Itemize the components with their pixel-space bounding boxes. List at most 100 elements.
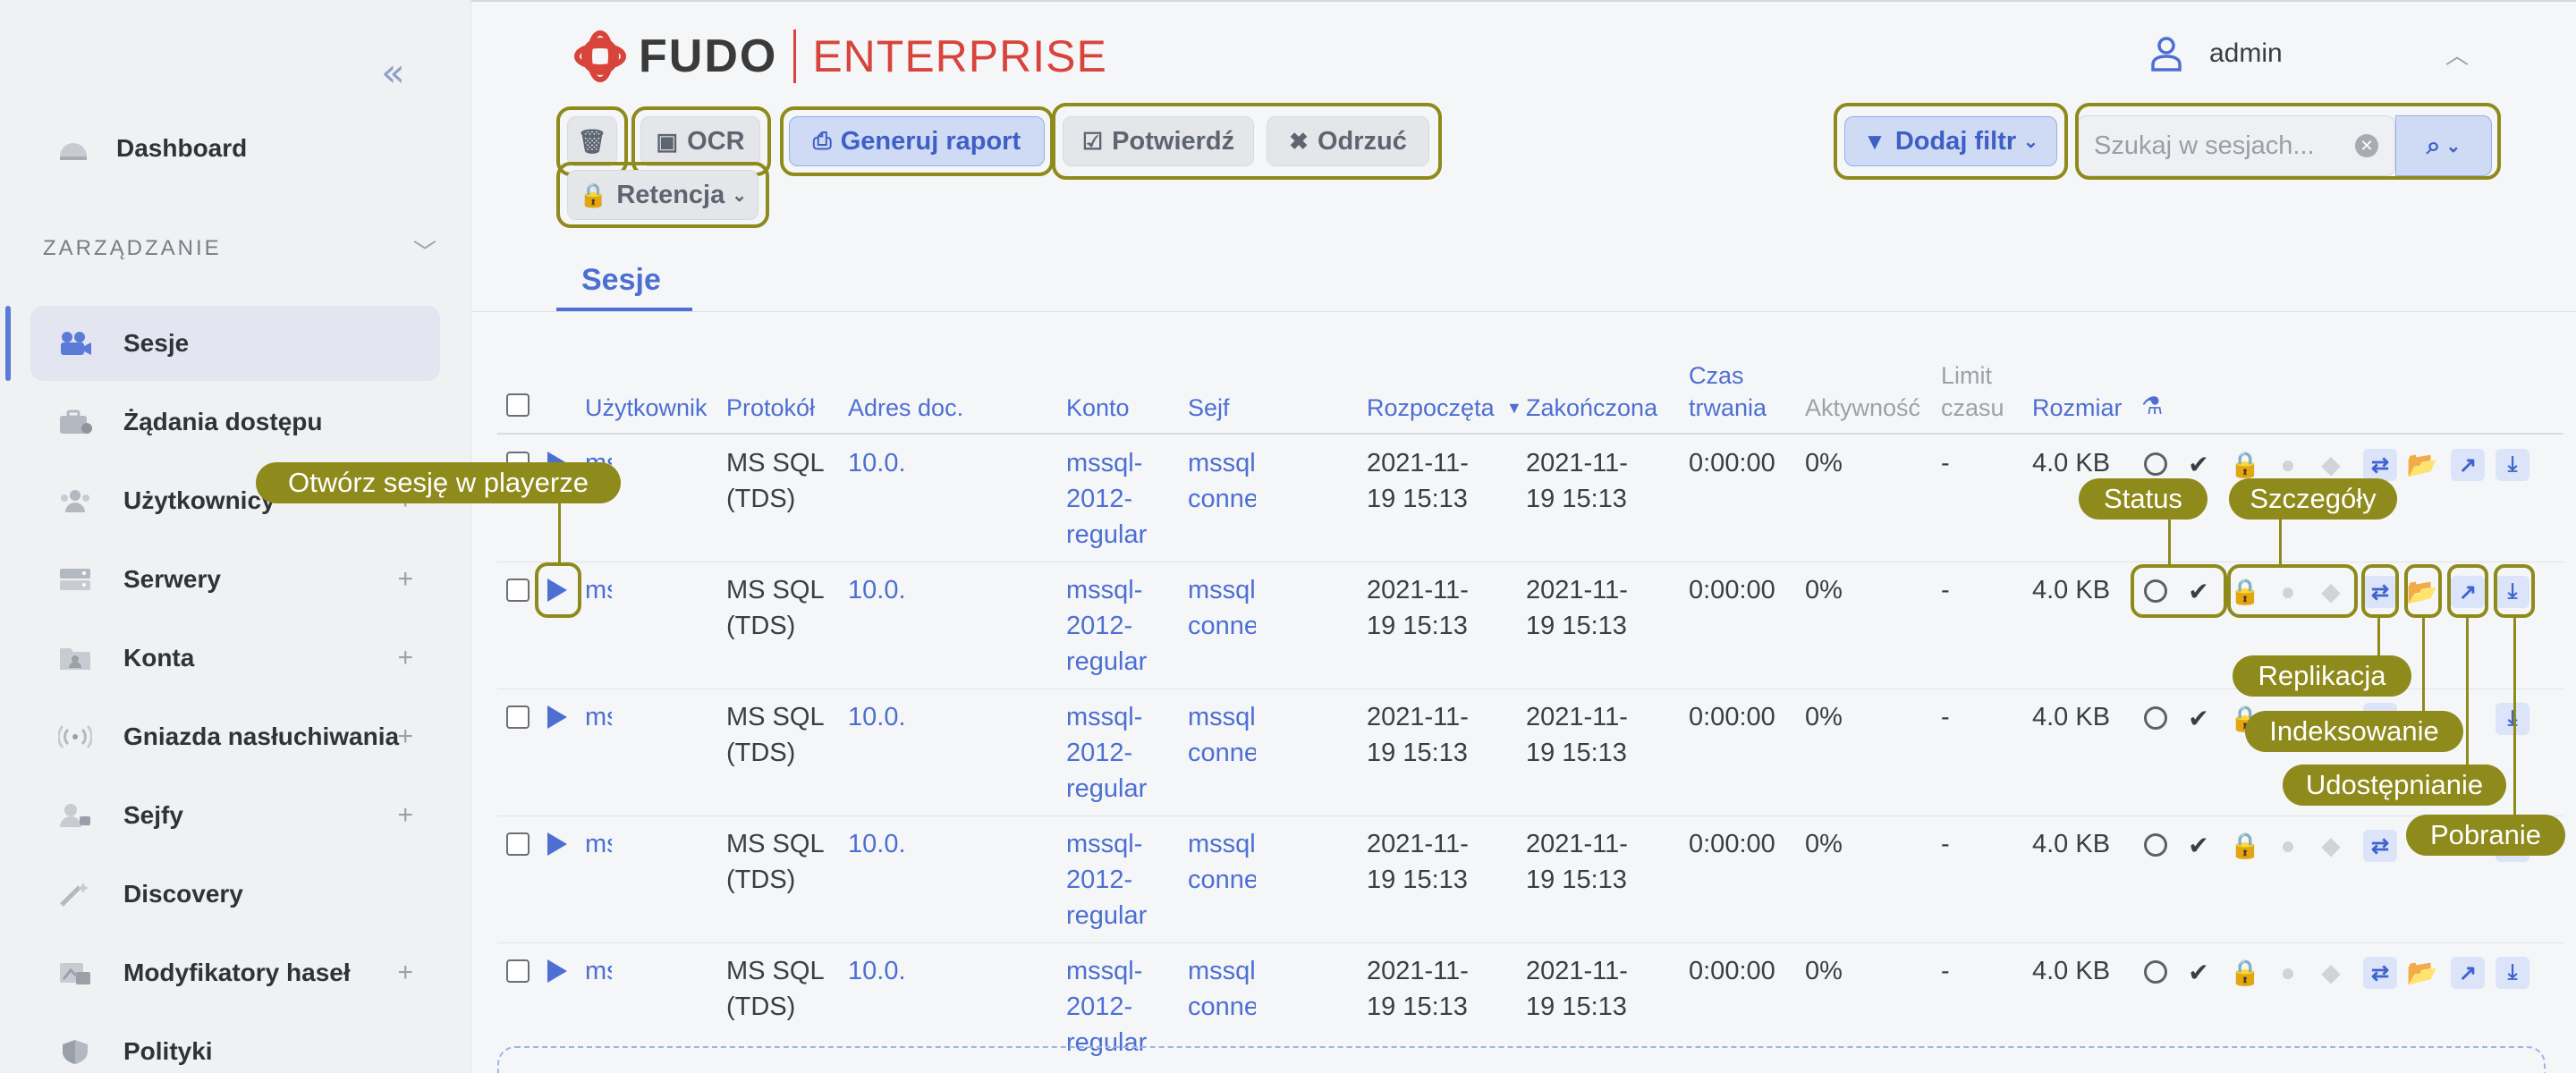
flask-icon[interactable]: ⚗ xyxy=(2141,390,2163,422)
sidebar-item-sesje[interactable]: Sesje xyxy=(30,306,440,381)
lock-icon: 🔒 xyxy=(2229,959,2261,986)
sidebar-item-konta[interactable]: Konta + xyxy=(30,621,440,696)
sidebar-item-polityki[interactable]: Polityki xyxy=(30,1014,440,1073)
cell-address[interactable]: 10.0.2.1 xyxy=(848,572,907,608)
cell-account[interactable]: mssql- xyxy=(1066,953,1148,989)
status-circle-icon[interactable] xyxy=(2144,833,2167,857)
highlight-details xyxy=(2227,564,2358,618)
cell-safe[interactable]: connect xyxy=(1188,989,1256,1025)
play-icon[interactable] xyxy=(547,832,567,856)
cell-duration: 0:00:00 xyxy=(1689,703,1775,731)
status-circle-icon[interactable] xyxy=(2144,960,2167,984)
replication-icon[interactable]: ⇄ xyxy=(2363,830,2397,862)
cell-safe[interactable]: connect xyxy=(1188,481,1256,517)
play-icon[interactable] xyxy=(547,959,567,983)
cell-account[interactable]: 2012- xyxy=(1066,481,1148,517)
cell-account[interactable]: regular xyxy=(1066,517,1148,553)
check-icon[interactable]: ✔ xyxy=(2182,705,2215,733)
cell-account[interactable]: mssql- xyxy=(1066,572,1148,608)
sidebar-item-dashboard[interactable]: Dashboard xyxy=(57,134,247,163)
cell-safe[interactable]: connect xyxy=(1188,862,1256,898)
select-all-checkbox[interactable] xyxy=(506,393,530,417)
sidebar-item-modyfikatory[interactable]: Modyfikatory haseł + xyxy=(30,935,440,1010)
tab-sesje[interactable]: Sesje xyxy=(581,263,661,298)
chevron-down-icon[interactable]: ﹀ xyxy=(413,234,436,267)
row-checkbox[interactable] xyxy=(506,579,530,602)
play-icon[interactable] xyxy=(547,705,567,729)
add-icon[interactable]: + xyxy=(397,722,413,752)
cell-safe[interactable]: connect xyxy=(1188,608,1256,644)
sidebar-item-sejfy[interactable]: Sejfy + xyxy=(30,778,440,853)
share-icon[interactable]: ↗ xyxy=(2451,449,2485,481)
cell-account[interactable]: regular xyxy=(1066,771,1148,807)
column-header-user[interactable]: Użytkownik xyxy=(585,392,708,424)
sidebar-item-zadania[interactable]: Żądania dostępu xyxy=(30,384,440,460)
cell-address[interactable]: 10.0.2.1 xyxy=(848,953,907,989)
cell-address[interactable]: 10.0.2.1 xyxy=(848,699,907,735)
cell-user[interactable]: mssql xyxy=(585,826,612,862)
column-header-ended[interactable]: Zakończona xyxy=(1526,392,1657,424)
chevron-up-icon[interactable]: ︿ xyxy=(2445,38,2469,71)
column-header-account[interactable]: Konto xyxy=(1066,392,1130,424)
cell-account[interactable]: mssql- xyxy=(1066,826,1148,862)
sort-desc-icon[interactable]: ▼ xyxy=(1506,392,1522,424)
add-icon[interactable]: + xyxy=(397,958,413,988)
download-icon[interactable]: ⤓ xyxy=(2496,957,2529,989)
row-divider xyxy=(497,942,2563,943)
column-header-size[interactable]: Rozmiar xyxy=(2032,392,2123,424)
status-circle-icon[interactable] xyxy=(2144,452,2167,476)
sidebar-item-discovery[interactable]: Discovery xyxy=(30,857,440,932)
column-header-duration-1[interactable]: Czas xyxy=(1689,359,1744,392)
sidebar-item-serwery[interactable]: Serwery + xyxy=(30,542,440,617)
cell-safe[interactable]: mssql xyxy=(1188,699,1256,735)
download-icon[interactable]: ⤓ xyxy=(2496,703,2529,735)
column-header-address[interactable]: Adres doc. xyxy=(848,392,963,424)
sidebar-item-label: Modyfikatory haseł xyxy=(123,959,351,986)
cell-user[interactable]: mssql xyxy=(585,572,612,608)
cell-started: 2021-11- xyxy=(1367,957,1469,985)
row-checkbox[interactable] xyxy=(506,832,530,856)
column-header-protocol[interactable]: Protokół xyxy=(726,392,815,424)
check-icon[interactable]: ✔ xyxy=(2182,451,2215,479)
cell-started: 19 15:13 xyxy=(1367,612,1468,640)
cell-address[interactable]: 10.0.2.1 xyxy=(848,445,907,481)
cell-protocol: (TDS) xyxy=(726,866,796,894)
row-checkbox[interactable] xyxy=(506,705,530,729)
column-header-duration-2[interactable]: trwania xyxy=(1689,392,1767,424)
collapse-sidebar-icon[interactable]: « xyxy=(381,50,405,96)
cell-account[interactable]: 2012- xyxy=(1066,862,1148,898)
sidebar-item-gniazda[interactable]: Gniazda nasłuchiwania + xyxy=(30,699,440,774)
cell-safe[interactable]: mssql xyxy=(1188,953,1256,989)
cell-limit: - xyxy=(1941,449,1950,477)
cell-account[interactable]: 2012- xyxy=(1066,989,1148,1025)
replication-icon[interactable]: ⇄ xyxy=(2363,449,2397,481)
share-icon[interactable]: ↗ xyxy=(2451,957,2485,989)
cell-account[interactable]: mssql- xyxy=(1066,699,1148,735)
cell-safe[interactable]: mssql xyxy=(1188,445,1256,481)
column-header-safe[interactable]: Sejf xyxy=(1188,392,1230,424)
status-circle-icon[interactable] xyxy=(2144,706,2167,730)
check-icon[interactable]: ✔ xyxy=(2182,959,2215,987)
cell-user[interactable]: mssql xyxy=(585,953,612,989)
add-icon[interactable]: + xyxy=(397,564,413,595)
check-icon[interactable]: ✔ xyxy=(2182,832,2215,860)
cell-account[interactable]: 2012- xyxy=(1066,608,1148,644)
folder-icon[interactable]: 📂 xyxy=(2406,451,2438,479)
cell-safe[interactable]: connect xyxy=(1188,735,1256,771)
add-icon[interactable]: + xyxy=(397,800,413,831)
column-header-started[interactable]: Rozpoczęta xyxy=(1367,392,1495,424)
cell-account[interactable]: regular xyxy=(1066,898,1148,934)
cell-account[interactable]: 2012- xyxy=(1066,735,1148,771)
cell-safe[interactable]: mssql xyxy=(1188,826,1256,862)
add-icon[interactable]: + xyxy=(397,643,413,673)
row-checkbox[interactable] xyxy=(506,959,530,983)
cell-account[interactable]: regular xyxy=(1066,644,1148,680)
user-menu[interactable]: admin ︿ xyxy=(2150,36,2469,72)
cell-safe[interactable]: mssql xyxy=(1188,572,1256,608)
folder-icon[interactable]: 📂 xyxy=(2406,959,2438,987)
download-icon[interactable]: ⤓ xyxy=(2496,449,2529,481)
cell-address[interactable]: 10.0.2.1 xyxy=(848,826,907,862)
cell-user[interactable]: mssql xyxy=(585,699,612,735)
replication-icon[interactable]: ⇄ xyxy=(2363,957,2397,989)
cell-account[interactable]: mssql- xyxy=(1066,445,1148,481)
